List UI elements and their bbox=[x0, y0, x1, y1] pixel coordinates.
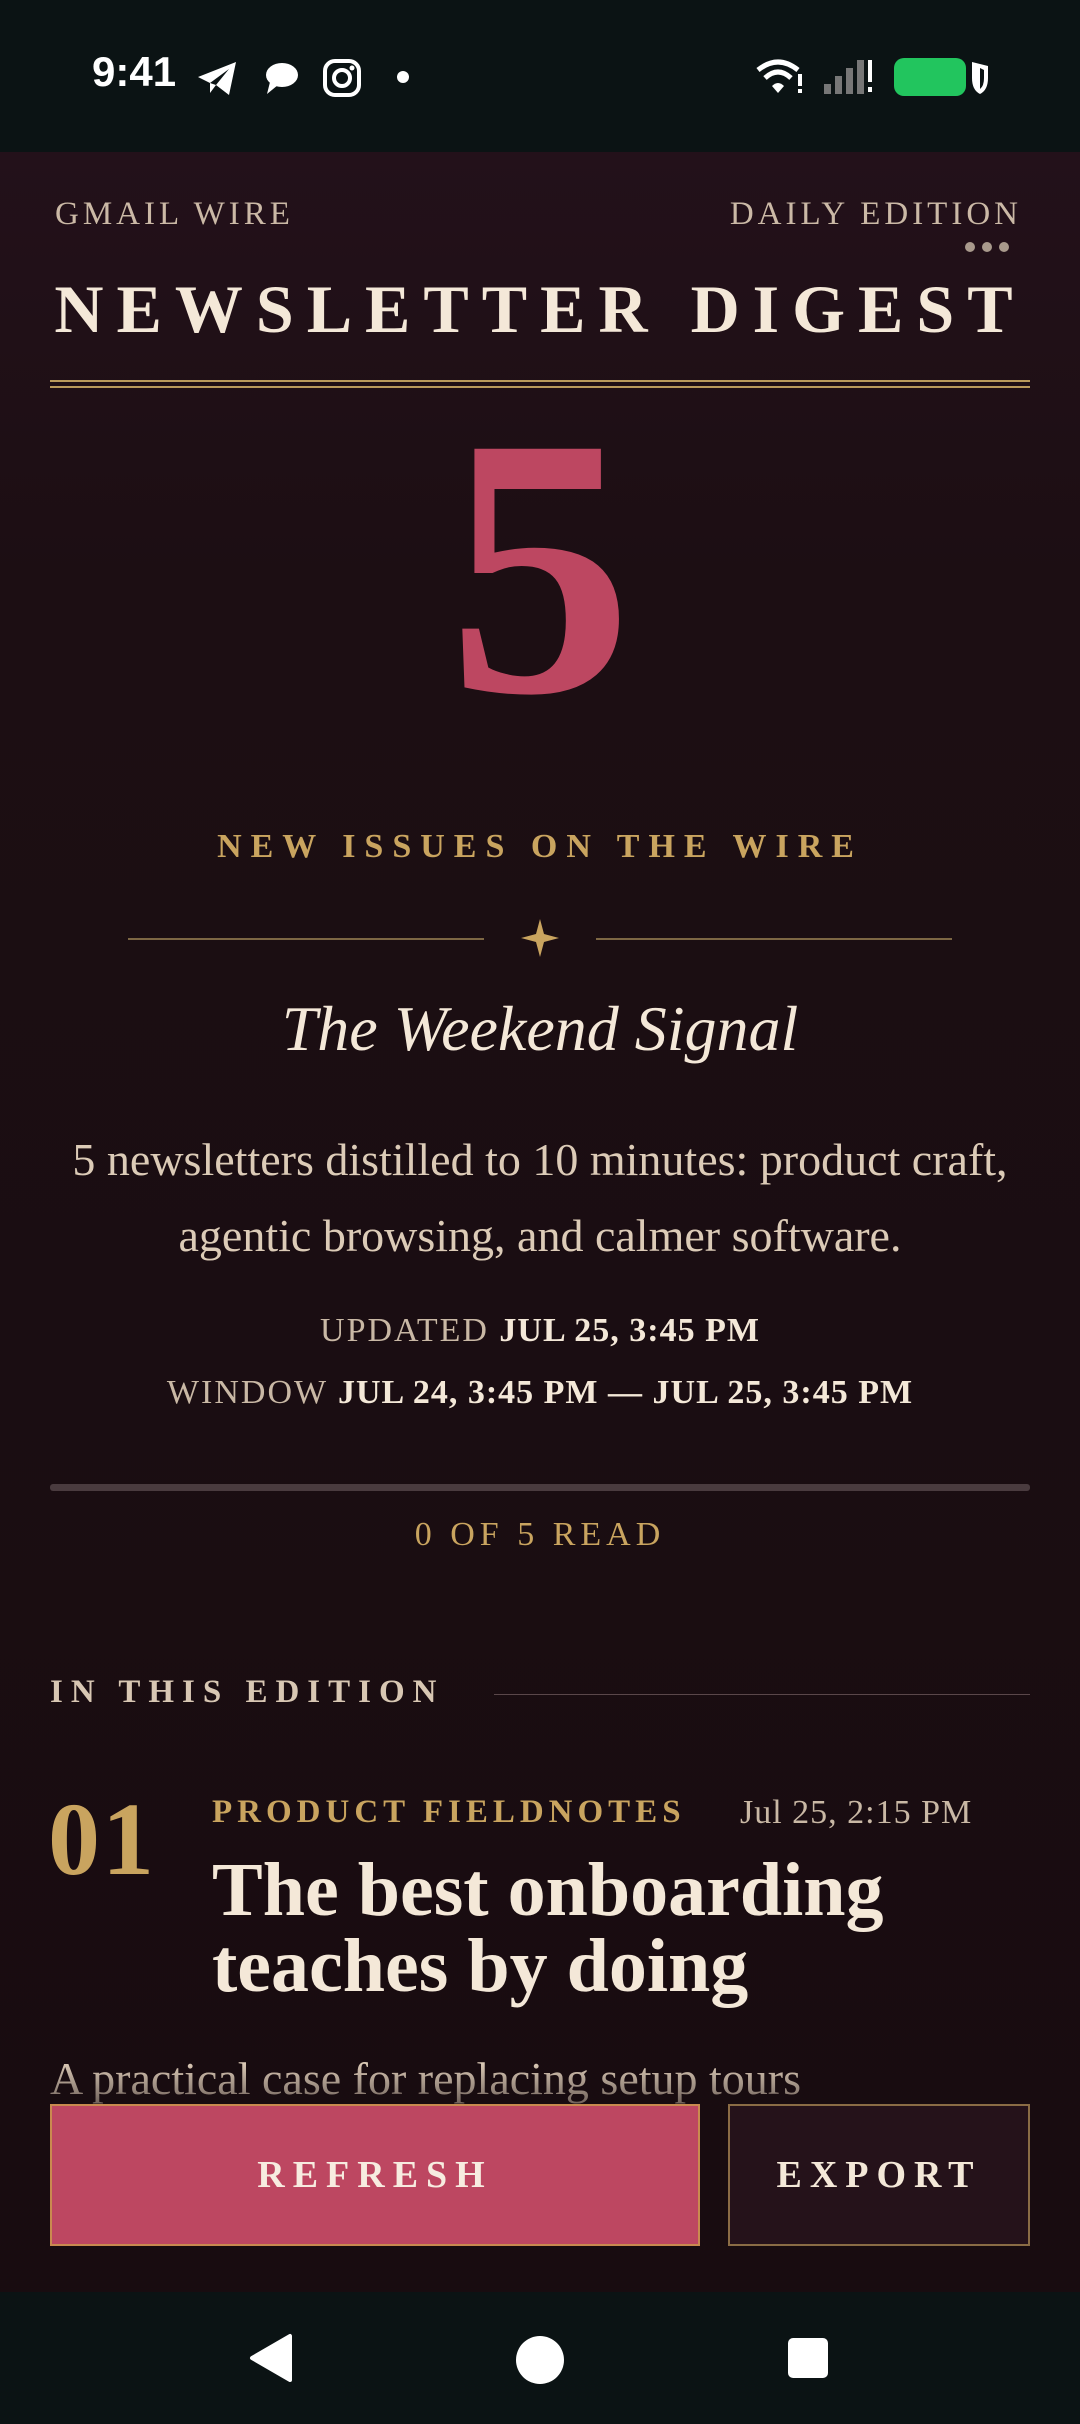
edition-label: DAILY EDITION bbox=[729, 196, 1022, 232]
read-progress-bar bbox=[50, 1484, 1030, 1491]
updated-label: UPDATED bbox=[320, 1312, 489, 1349]
item-index: 01 bbox=[48, 1782, 156, 1897]
cellular-signal-icon bbox=[824, 60, 872, 94]
digest-title: The Weekend Signal bbox=[281, 993, 799, 1064]
brand-label: GMAIL WIRE bbox=[55, 196, 294, 232]
item-date: Jul 25, 2:15 PM bbox=[740, 1794, 973, 1831]
item-headline[interactable]: The best onboarding teaches by doing bbox=[212, 1852, 1032, 2004]
back-icon[interactable] bbox=[246, 2332, 298, 2384]
more-options-icon[interactable] bbox=[963, 240, 1011, 254]
instagram-icon bbox=[323, 59, 361, 97]
section-title: IN THIS EDITION bbox=[50, 1674, 445, 1710]
ornament-rule-left bbox=[128, 938, 484, 940]
notification-dot-icon bbox=[397, 71, 409, 83]
digest-lead: 5 newsletters distilled to 10 minutes: p… bbox=[72, 1134, 1008, 1261]
section-divider bbox=[494, 1694, 1030, 1695]
new-issue-count: 5 bbox=[447, 362, 633, 772]
status-time: 9:41 bbox=[92, 48, 177, 95]
home-icon[interactable] bbox=[514, 2334, 566, 2386]
page-title: NEWSLETTER DIGEST bbox=[54, 271, 1026, 347]
new-issues-label: NEW ISSUES ON THE WIRE bbox=[217, 828, 863, 865]
updated-meta: UPDATED JUL 25, 3:45 PM bbox=[0, 1312, 1080, 1350]
window-meta: WINDOW JUL 24, 3:45 PM — JUL 25, 3:45 PM bbox=[0, 1374, 1080, 1412]
window-value: JUL 24, 3:45 PM — JUL 25, 3:45 PM bbox=[337, 1374, 914, 1411]
navigation-bar bbox=[0, 2292, 1080, 2424]
item-source: PRODUCT FIELDNOTES bbox=[212, 1794, 686, 1830]
digest-screen: GMAIL WIRE DAILY EDITION NEWSLETTER DIGE… bbox=[0, 152, 1080, 2292]
status-bar: 9:41 bbox=[0, 0, 1080, 152]
chat-bubbles-icon bbox=[266, 63, 298, 94]
read-count: 0 OF 5 READ bbox=[414, 1516, 666, 1553]
refresh-button[interactable]: REFRESH bbox=[50, 2104, 700, 2246]
ornament-rule-right bbox=[596, 938, 952, 940]
recents-icon[interactable] bbox=[786, 2336, 830, 2380]
telegram-icon bbox=[198, 62, 236, 95]
battery-icon bbox=[894, 58, 988, 96]
export-button[interactable]: EXPORT bbox=[728, 2104, 1030, 2246]
window-label: WINDOW bbox=[166, 1374, 328, 1411]
sparkle-icon bbox=[521, 919, 559, 957]
updated-value: JUL 25, 3:45 PM bbox=[499, 1312, 760, 1349]
wifi-icon bbox=[756, 59, 802, 93]
